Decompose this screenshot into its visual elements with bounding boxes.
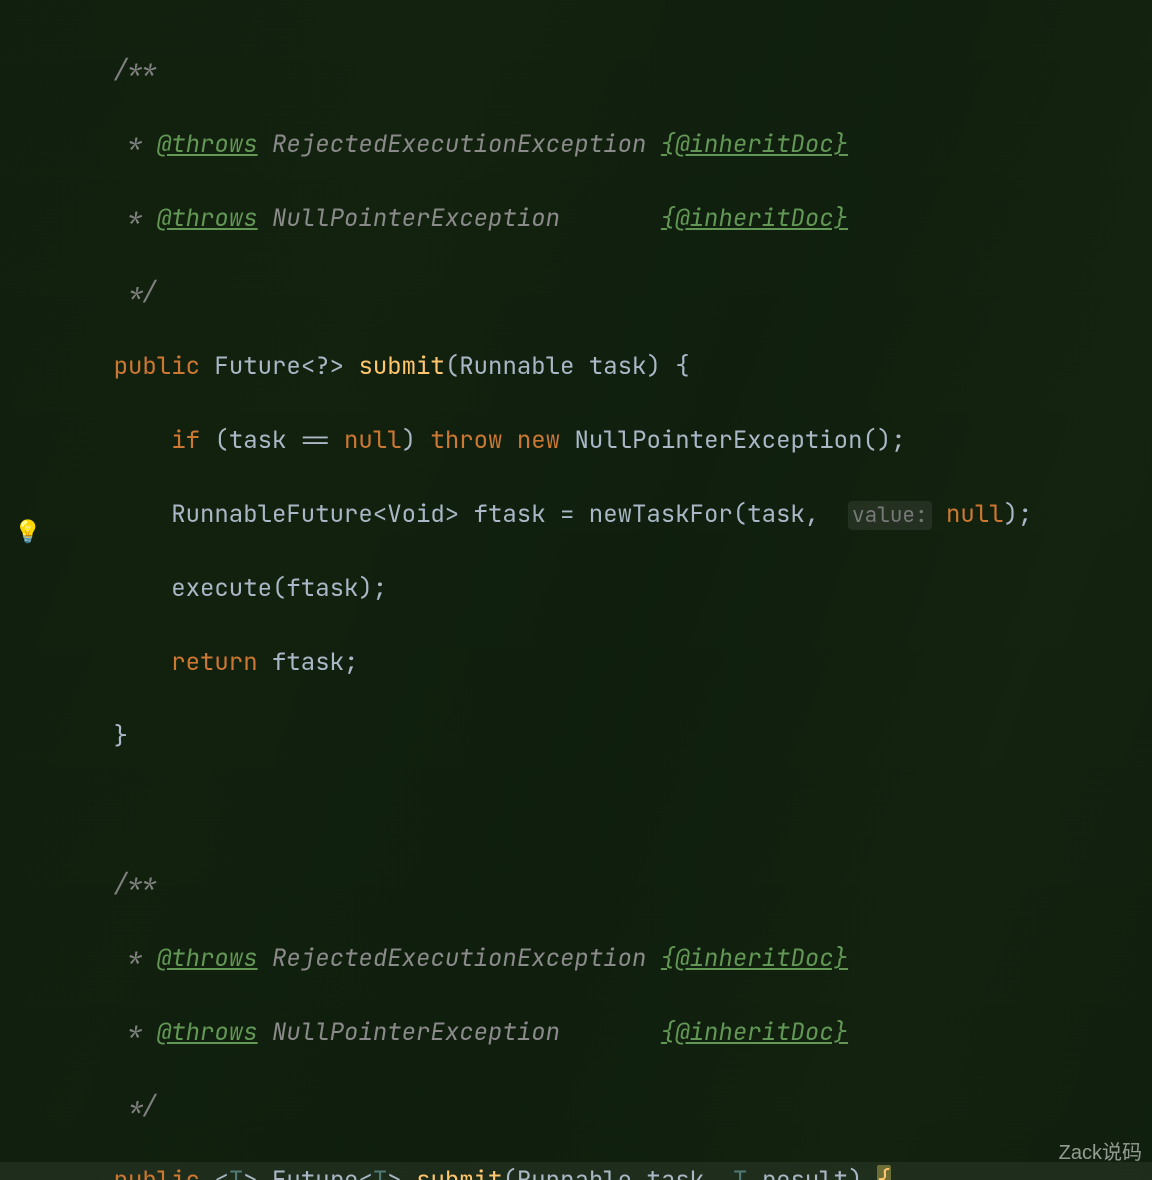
code-area[interactable]: /** * @throws RejectedExecutionException… [56, 15, 1152, 1180]
lightbulb-icon[interactable]: 💡 [14, 513, 41, 550]
code-line [56, 792, 1152, 829]
code-line: execute(ftask); [56, 570, 1152, 607]
code-line-current: public <T> Future<T> submit(Runnable tas… [0, 1162, 1152, 1180]
code-line: } [56, 718, 1152, 755]
matched-brace: { [877, 1165, 891, 1180]
code-line: */ [56, 1088, 1152, 1125]
code-line: RunnableFuture<Void> ftask = newTaskFor(… [56, 496, 1152, 533]
code-line: * @throws NullPointerException {@inherit… [56, 1014, 1152, 1051]
code-line: * @throws NullPointerException {@inherit… [56, 200, 1152, 237]
watermark: Zack说码 [1059, 1135, 1142, 1172]
editor-gutter: 💡 [0, 0, 48, 1180]
code-line: */ [56, 274, 1152, 311]
code-line: return ftask; [56, 644, 1152, 681]
code-line: * @throws RejectedExecutionException {@i… [56, 126, 1152, 163]
code-line: public Future<?> submit(Runnable task) { [56, 348, 1152, 385]
code-line: if (task == null) throw new NullPointerE… [56, 422, 1152, 459]
inlay-hint: value: [848, 501, 932, 530]
code-line: /** [56, 866, 1152, 903]
code-line: /** [56, 52, 1152, 89]
code-line: * @throws RejectedExecutionException {@i… [56, 940, 1152, 977]
code-editor[interactable]: 💡 /** * @throws RejectedExecutionExcepti… [0, 0, 1152, 1180]
